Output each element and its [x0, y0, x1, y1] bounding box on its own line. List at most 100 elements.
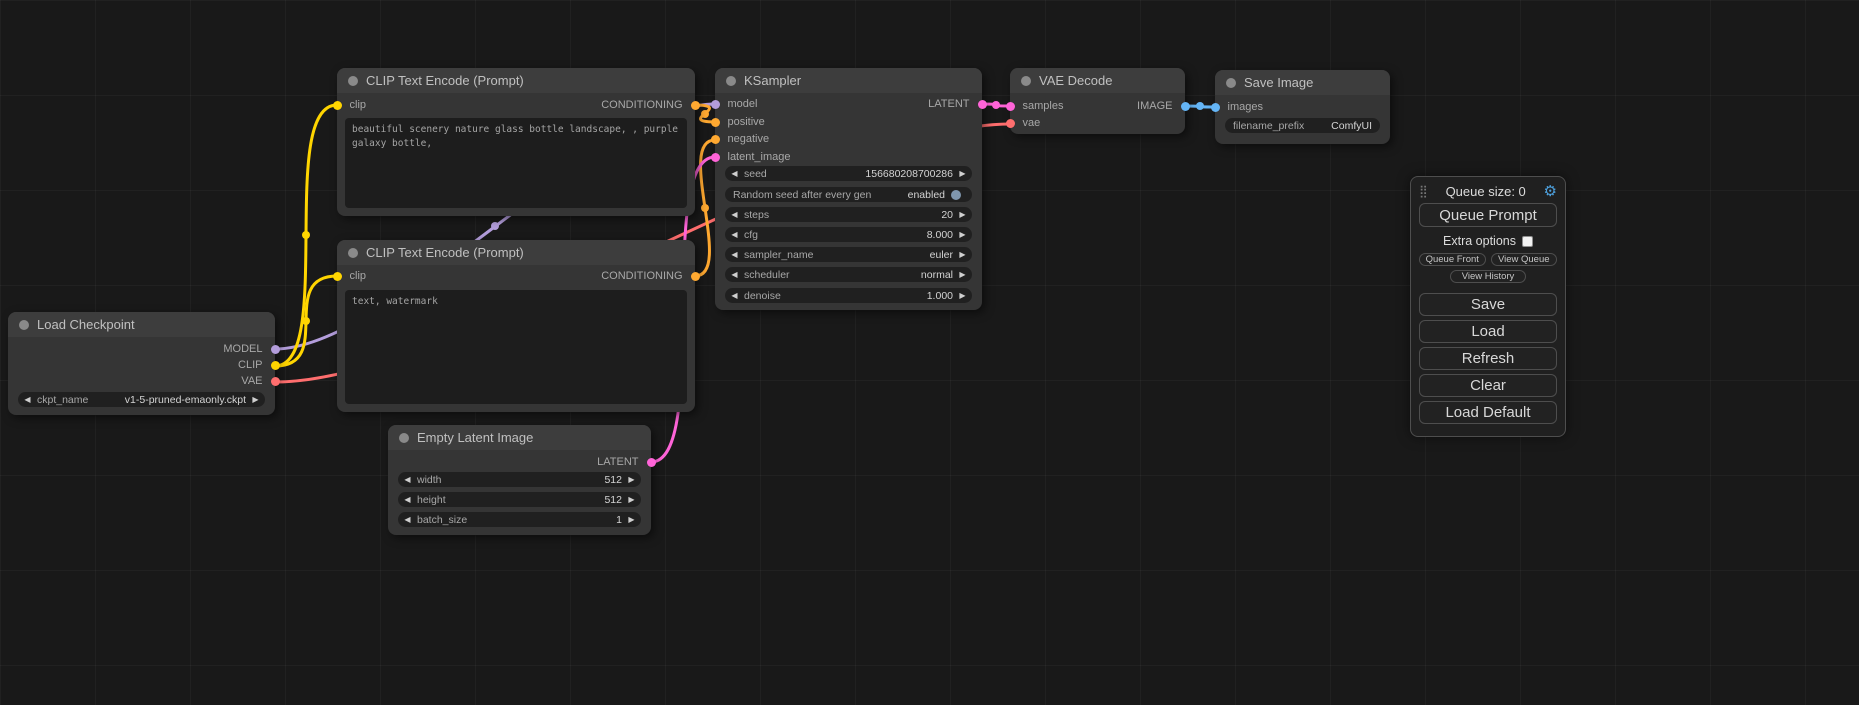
increment-arrow-icon[interactable]: ▶: [953, 247, 972, 262]
clip-input-dot[interactable]: [333, 101, 342, 110]
sampler-name-widget[interactable]: ◀ sampler_name euler ▶: [725, 247, 972, 262]
slot-label: LATENT: [920, 98, 977, 110]
model-input-dot[interactable]: [711, 100, 720, 109]
node-title-bar[interactable]: Load Checkpoint: [8, 312, 275, 337]
node-vae-decode[interactable]: VAE Decode samples vae IMAGE: [1010, 68, 1185, 134]
node-load-checkpoint[interactable]: Load Checkpoint MODEL CLIP VAE ◀ ckpt_na…: [8, 312, 275, 415]
increment-arrow-icon[interactable]: ▶: [622, 492, 641, 507]
width-widget[interactable]: ◀ width 512 ▶: [398, 472, 641, 487]
increment-arrow-icon[interactable]: ▶: [953, 267, 972, 282]
seed-widget[interactable]: ◀ seed 156680208700286 ▶: [725, 166, 972, 181]
batch-size-widget[interactable]: ◀ batch_size 1 ▶: [398, 512, 641, 527]
queue-size-label: Queue size: 0: [1446, 184, 1526, 199]
increment-arrow-icon[interactable]: ▶: [622, 512, 641, 527]
decrement-arrow-icon[interactable]: ◀: [725, 247, 744, 262]
denoise-widget[interactable]: ◀ denoise 1.000 ▶: [725, 288, 972, 303]
node-status-dot: [726, 76, 736, 86]
filename-prefix-widget[interactable]: filename_prefix ComfyUI: [1225, 118, 1380, 133]
node-title: Save Image: [1244, 75, 1313, 90]
increment-arrow-icon[interactable]: ▶: [246, 392, 265, 407]
extra-options-checkbox[interactable]: [1522, 236, 1533, 247]
samples-input-dot[interactable]: [1006, 102, 1015, 111]
node-title-bar[interactable]: CLIP Text Encode (Prompt): [337, 68, 695, 93]
node-title: Empty Latent Image: [417, 430, 533, 445]
decrement-arrow-icon[interactable]: ◀: [725, 227, 744, 242]
node-clip-text-encode-negative[interactable]: CLIP Text Encode (Prompt) clip CONDITION…: [337, 240, 695, 412]
input-slot-latent-image: latent_image: [715, 150, 799, 164]
node-title-bar[interactable]: Save Image: [1215, 70, 1390, 95]
input-slot-clip: clip: [337, 98, 374, 112]
image-output-dot[interactable]: [1181, 102, 1190, 111]
ckpt-name-widget[interactable]: ◀ ckpt_name v1-5-pruned-emaonly.ckpt ▶: [18, 392, 265, 407]
save-button[interactable]: Save: [1419, 293, 1557, 316]
node-title-bar[interactable]: Empty Latent Image: [388, 425, 651, 450]
queue-front-button[interactable]: Queue Front: [1419, 253, 1486, 266]
cfg-widget[interactable]: ◀ cfg 8.000 ▶: [725, 227, 972, 242]
slot-label: negative: [720, 133, 778, 145]
drag-handle-icon[interactable]: ⣿: [1419, 185, 1428, 197]
decrement-arrow-icon[interactable]: ◀: [725, 267, 744, 282]
view-history-button[interactable]: View History: [1450, 270, 1526, 283]
increment-arrow-icon[interactable]: ▶: [953, 207, 972, 222]
view-queue-button[interactable]: View Queue: [1491, 253, 1558, 266]
negative-prompt-textarea[interactable]: text, watermark: [345, 290, 687, 404]
node-ksampler[interactable]: KSampler model positive negative latent_…: [715, 68, 982, 310]
load-button[interactable]: Load: [1419, 320, 1557, 343]
widget-label: filename_prefix: [1233, 120, 1304, 132]
decrement-arrow-icon[interactable]: ◀: [725, 207, 744, 222]
widget-label: steps: [744, 209, 769, 221]
positive-prompt-textarea[interactable]: beautiful scenery nature glass bottle la…: [345, 118, 687, 208]
increment-arrow-icon[interactable]: ▶: [622, 472, 641, 487]
node-status-dot: [1021, 76, 1031, 86]
conditioning-output-dot[interactable]: [691, 101, 700, 110]
widget-value: v1-5-pruned-emaonly.ckpt: [125, 394, 246, 406]
clip-input-dot[interactable]: [333, 272, 342, 281]
refresh-button[interactable]: Refresh: [1419, 347, 1557, 370]
clip-output-dot[interactable]: [271, 361, 280, 370]
slot-label: MODEL: [215, 343, 270, 355]
slot-label: vae: [1015, 117, 1049, 129]
scheduler-widget[interactable]: ◀ scheduler normal ▶: [725, 267, 972, 282]
widget-value: 8.000: [927, 229, 953, 241]
vae-output-dot[interactable]: [271, 377, 280, 386]
node-title-bar[interactable]: VAE Decode: [1010, 68, 1185, 93]
extra-options-row: Extra options: [1419, 234, 1557, 248]
clear-button[interactable]: Clear: [1419, 374, 1557, 397]
negative-input-dot[interactable]: [711, 135, 720, 144]
latent-output-dot[interactable]: [978, 100, 987, 109]
decrement-arrow-icon[interactable]: ◀: [398, 492, 417, 507]
input-slot-model: model: [715, 97, 765, 111]
decrement-arrow-icon[interactable]: ◀: [18, 392, 37, 407]
images-input-dot[interactable]: [1211, 103, 1220, 112]
decrement-arrow-icon[interactable]: ◀: [398, 472, 417, 487]
node-title-bar[interactable]: CLIP Text Encode (Prompt): [337, 240, 695, 265]
widget-label: width: [417, 474, 442, 486]
node-empty-latent-image[interactable]: Empty Latent Image LATENT ◀ width 512 ▶ …: [388, 425, 651, 535]
steps-widget[interactable]: ◀ steps 20 ▶: [725, 207, 972, 222]
height-widget[interactable]: ◀ height 512 ▶: [398, 492, 641, 507]
latent-image-input-dot[interactable]: [711, 153, 720, 162]
decrement-arrow-icon[interactable]: ◀: [398, 512, 417, 527]
decrement-arrow-icon[interactable]: ◀: [725, 166, 744, 181]
decrement-arrow-icon[interactable]: ◀: [725, 288, 744, 303]
increment-arrow-icon[interactable]: ▶: [953, 166, 972, 181]
settings-gear-icon[interactable]: ⚙: [1544, 184, 1557, 199]
increment-arrow-icon[interactable]: ▶: [953, 288, 972, 303]
node-clip-text-encode-positive[interactable]: CLIP Text Encode (Prompt) clip CONDITION…: [337, 68, 695, 216]
model-output-dot[interactable]: [271, 345, 280, 354]
load-default-button[interactable]: Load Default: [1419, 401, 1557, 424]
random-seed-toggle[interactable]: Random seed after every gen enabled: [725, 187, 972, 202]
queue-prompt-button[interactable]: Queue Prompt: [1419, 203, 1557, 227]
positive-input-dot[interactable]: [711, 118, 720, 127]
increment-arrow-icon[interactable]: ▶: [953, 227, 972, 242]
widget-value: enabled: [908, 189, 945, 201]
node-save-image[interactable]: Save Image images filename_prefix ComfyU…: [1215, 70, 1390, 144]
link-midpoint-dot: [302, 317, 310, 325]
latent-output-dot[interactable]: [647, 458, 656, 467]
node-title: VAE Decode: [1039, 73, 1112, 88]
node-title-bar[interactable]: KSampler: [715, 68, 982, 93]
conditioning-output-dot[interactable]: [691, 272, 700, 281]
toggle-knob[interactable]: [951, 190, 961, 200]
slot-label: latent_image: [720, 151, 799, 163]
vae-input-dot[interactable]: [1006, 119, 1015, 128]
